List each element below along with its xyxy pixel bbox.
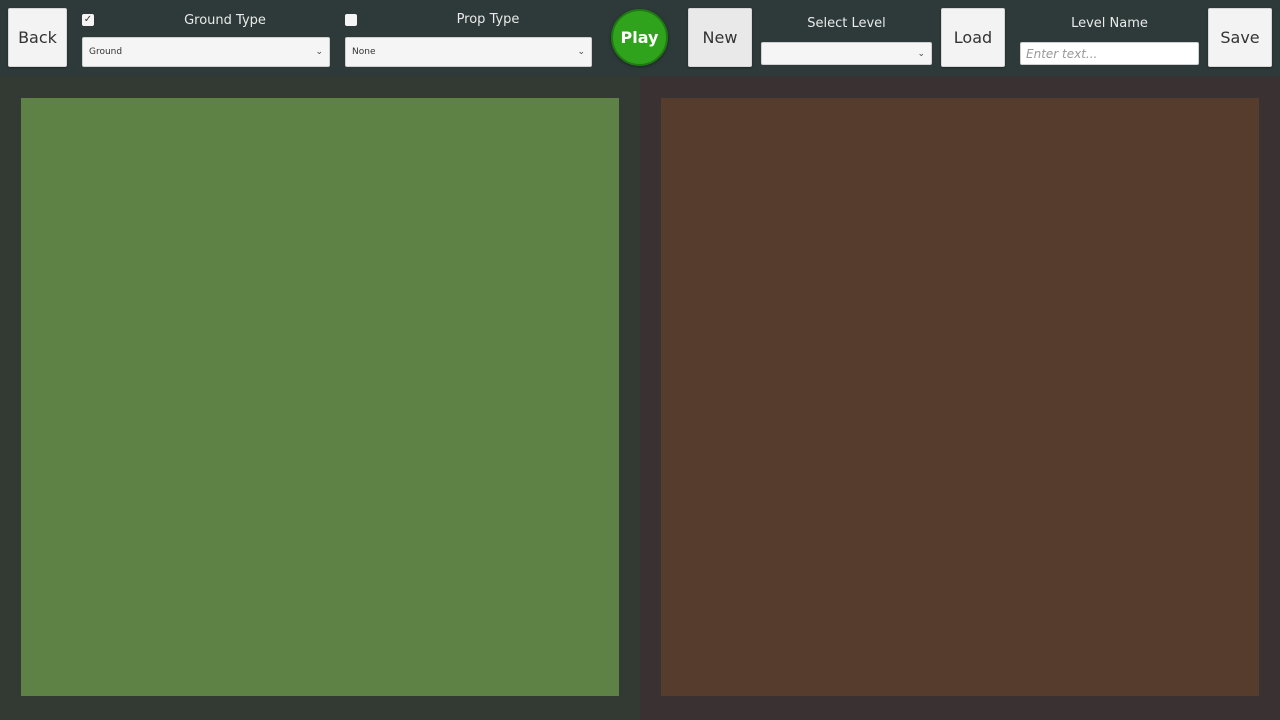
check-icon: ✓ bbox=[83, 14, 93, 25]
prop-type-label: Prop Type bbox=[456, 12, 520, 27]
select-level-dropdown[interactable]: ⌄ bbox=[761, 42, 932, 65]
toolbar: Back ✓ Ground Type Ground ⌄ Prop Type No… bbox=[0, 0, 1280, 76]
select-level-label: Select Level bbox=[807, 16, 886, 31]
ground-tile-preview[interactable] bbox=[21, 98, 619, 696]
prop-tile-preview[interactable] bbox=[661, 98, 1259, 696]
level-name-input[interactable]: Enter text... bbox=[1020, 42, 1199, 65]
ground-type-selected: Ground bbox=[89, 47, 123, 57]
prop-type-dropdown[interactable]: None ⌄ bbox=[345, 37, 592, 67]
back-button[interactable]: Back bbox=[8, 8, 67, 67]
load-button[interactable]: Load bbox=[941, 8, 1005, 67]
ground-panel bbox=[0, 76, 640, 720]
prop-panel bbox=[640, 76, 1280, 720]
prop-type-selected: None bbox=[352, 47, 376, 57]
prop-type-checkbox[interactable] bbox=[345, 14, 357, 26]
level-name-label: Level Name bbox=[1071, 16, 1148, 31]
level-name-placeholder: Enter text... bbox=[1026, 46, 1098, 61]
ground-type-checkbox[interactable]: ✓ bbox=[82, 14, 94, 26]
chevron-down-icon: ⌄ bbox=[917, 48, 925, 59]
new-button[interactable]: New bbox=[688, 8, 752, 67]
chevron-down-icon: ⌄ bbox=[315, 47, 323, 57]
play-button[interactable]: Play bbox=[611, 9, 668, 66]
chevron-down-icon: ⌄ bbox=[577, 47, 585, 57]
ground-type-label: Ground Type bbox=[184, 13, 266, 28]
ground-type-dropdown[interactable]: Ground ⌄ bbox=[82, 37, 330, 67]
save-button[interactable]: Save bbox=[1208, 8, 1272, 67]
